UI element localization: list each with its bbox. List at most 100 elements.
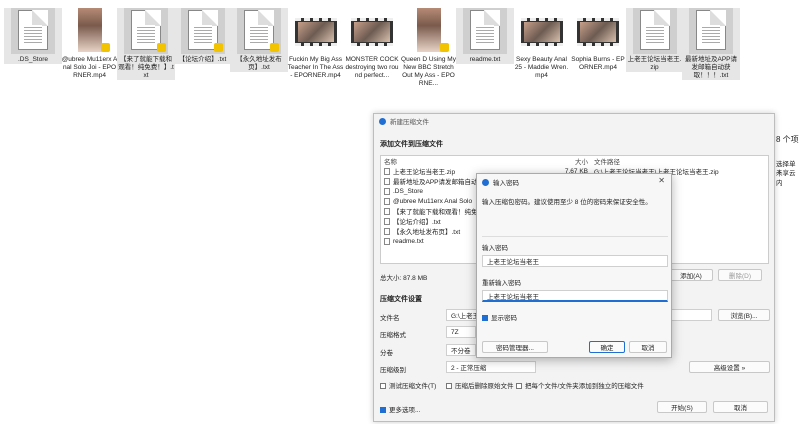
col-size[interactable]: 大小 <box>564 156 588 166</box>
file-icon <box>384 237 390 245</box>
file-name: Queen D Using My New BBC Stretch Out My … <box>401 56 456 87</box>
side-text-2: 未享云内 <box>776 170 796 187</box>
browse-button[interactable]: 浏览(B)... <box>718 309 770 321</box>
file-icon <box>384 177 390 185</box>
col-path[interactable]: 文件路径 <box>594 156 620 166</box>
document-icon <box>180 8 225 54</box>
show-password-label: 显示密码 <box>491 315 517 322</box>
separate-archives-option[interactable]: 把每个文件/文件夹添加到独立的压缩文件 <box>516 380 644 390</box>
password-title: 输入密码 <box>493 180 519 187</box>
video-thumbnail <box>407 8 451 54</box>
document-icon <box>237 8 281 54</box>
file-item[interactable]: readme.txt <box>456 8 514 64</box>
level-label: 压缩级别 <box>380 367 406 374</box>
reenter-password-label: 重新输入密码 <box>482 280 521 287</box>
file-item[interactable]: Queen D Using My New BBC Stretch Out My … <box>400 8 458 88</box>
file-name: @ubree Mu11erx Anal Solo Joi - EPORNER.m… <box>61 56 118 79</box>
file-name: MONSTER COCK destroying two round perfec… <box>345 56 399 79</box>
file-name: readme.txt <box>469 56 501 63</box>
more-options-label: 更多选项... <box>389 407 421 414</box>
file-icon <box>384 217 390 225</box>
enter-password-label: 输入密码 <box>482 245 508 252</box>
app-badge-icon <box>157 43 166 52</box>
file-item[interactable]: 上老王论坛当老王.zip <box>625 8 684 72</box>
more-options[interactable]: 更多选项... <box>380 404 420 414</box>
item-count: 8 个项 <box>776 135 799 144</box>
file-icon <box>384 207 390 215</box>
format-label: 压缩格式 <box>380 332 406 339</box>
file-name: 上老王论坛当老王.zip <box>627 56 682 71</box>
video-thumbnail <box>68 8 112 54</box>
start-button[interactable]: 开始(S) <box>657 401 707 413</box>
close-icon[interactable]: ✕ <box>658 176 665 185</box>
password-cancel-button[interactable]: 取消 <box>629 341 667 353</box>
password-hint: 输入压缩包密码。建议使用至少 8 位的密码来保证安全性。 <box>482 199 652 206</box>
document-icon <box>632 8 677 54</box>
document-icon <box>463 8 507 54</box>
password-title-bar: 输入密码 <box>477 174 671 190</box>
split-label: 分卷 <box>380 350 393 357</box>
file-name: 【永久地址发布页】.txt <box>236 56 282 71</box>
file-item[interactable]: 【来了就能下载和观看！纯免费！】.txt <box>117 8 175 80</box>
file-item[interactable]: 最新地址及APP请发邮箱自动获取！！！.txt <box>682 8 740 80</box>
checkbox-icon[interactable] <box>516 383 522 390</box>
file-grid: .DS_Store @ubree Mu11erx Anal Solo Joi - … <box>0 8 740 108</box>
delete-button[interactable]: 删除(D) <box>718 269 762 281</box>
app-badge-icon <box>439 43 449 52</box>
document-icon <box>11 8 55 54</box>
file-name: Sexy Beauty Anal 25 - Maddie Wren.mp4 <box>514 56 569 79</box>
format-select[interactable]: 7Z <box>446 326 476 338</box>
title-bar: 新建压缩文件 <box>374 114 774 128</box>
list-header: 名称 大小 文件路径 <box>381 156 768 166</box>
file-name: 【来了就能下载和观看！纯免费！】.txt <box>118 56 174 79</box>
cancel-button[interactable]: 取消 <box>713 401 768 413</box>
file-item[interactable]: 【永久地址发布页】.txt <box>230 8 288 72</box>
checkbox-icon[interactable] <box>446 383 452 390</box>
col-name[interactable]: 名称 <box>384 156 564 166</box>
test-option-label: 测试压缩文件(T) <box>389 383 437 390</box>
checkbox-icon[interactable] <box>482 315 488 322</box>
app-icon <box>379 117 386 125</box>
file-item[interactable]: Sexy Beauty Anal 25 - Maddie Wren.mp4 <box>513 8 571 80</box>
reenter-password-input[interactable]: 上老王论坛当老王 <box>482 290 668 302</box>
password-manager-button[interactable]: 密码管理器... <box>482 341 548 353</box>
delete-after-option[interactable]: 压缩后删除原始文件 <box>446 380 514 390</box>
filename-label: 文件名 <box>380 315 400 322</box>
video-thumbnail <box>350 8 394 54</box>
file-item[interactable]: .DS_Store <box>4 8 62 64</box>
file-name: 【论坛介绍】.txt <box>178 56 227 63</box>
file-name: Fuckin My Big Ass Teacher In The Ass - E… <box>287 56 344 79</box>
video-thumbnail <box>576 8 620 54</box>
test-option[interactable]: 测试压缩文件(T) <box>380 380 436 390</box>
advanced-button[interactable]: 高级设置 » <box>689 361 770 373</box>
file-item[interactable]: Fuckin My Big Ass Teacher In The Ass - E… <box>287 8 345 80</box>
app-badge-icon <box>100 43 110 52</box>
checkbox-icon[interactable] <box>380 407 386 414</box>
file-icon <box>384 167 390 175</box>
file-name: 最新地址及APP请发邮箱自动获取！！！.txt <box>684 56 737 79</box>
file-name: Sophia Burns - EPORNER.mp4 <box>571 56 625 71</box>
level-select[interactable]: 2 - 正常压缩 <box>446 361 536 373</box>
file-icon <box>384 187 390 195</box>
file-item[interactable]: MONSTER COCK destroying two round perfec… <box>343 8 401 80</box>
split-select[interactable]: 不分卷 <box>446 344 476 356</box>
file-icon <box>384 227 390 235</box>
file-icon <box>384 197 390 205</box>
checkbox-icon[interactable] <box>380 383 386 390</box>
add-files-heading: 添加文件到压缩文件 <box>380 141 443 148</box>
file-item[interactable]: 【论坛介绍】.txt <box>173 8 232 64</box>
file-item[interactable]: Sophia Burns - EPORNER.mp4 <box>569 8 627 72</box>
app-badge-icon <box>270 43 279 52</box>
add-button[interactable]: 添加(A) <box>669 269 713 281</box>
app-icon <box>482 178 489 186</box>
file-name: .DS_Store <box>18 56 48 63</box>
settings-heading: 压缩文件设置 <box>380 296 422 303</box>
show-password-option[interactable]: 显示密码 <box>482 312 517 322</box>
divider <box>482 236 668 237</box>
app-badge-icon <box>213 43 223 52</box>
ok-button[interactable]: 确定 <box>589 341 625 353</box>
file-item[interactable]: @ubree Mu11erx Anal Solo Joi - EPORNER.m… <box>61 8 119 80</box>
video-thumbnail <box>294 8 338 54</box>
total-size: 总大小: 87.8 MB <box>380 275 428 282</box>
password-input[interactable]: 上老王论坛当老王 <box>482 255 668 267</box>
